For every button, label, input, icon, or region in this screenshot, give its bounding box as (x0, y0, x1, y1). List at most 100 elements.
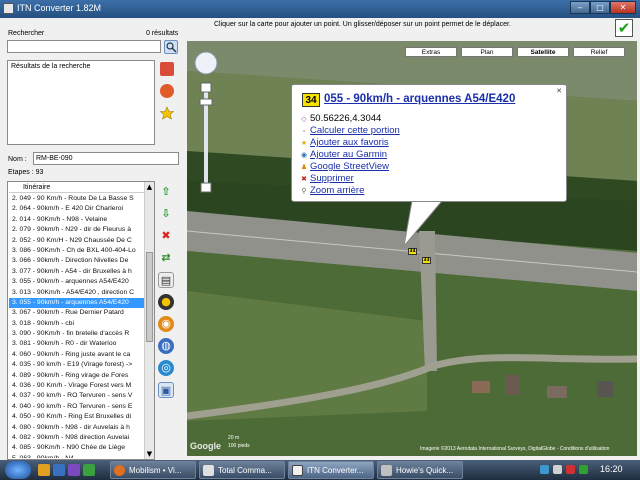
popup-close-icon[interactable]: ✕ (556, 87, 562, 95)
coords-icon: ◇ (301, 116, 307, 123)
point-title-link[interactable]: 055 - 90km/h - arquennes A54/E420 (324, 93, 515, 105)
scroll-down-icon[interactable]: ▼ (145, 449, 154, 459)
maximize-button[interactable]: □ (590, 1, 610, 14)
app-quick-icon[interactable] (83, 464, 95, 476)
speed-button[interactable]: ◉ (158, 316, 174, 332)
camera-icon: ● (161, 295, 171, 308)
start-button[interactable] (5, 461, 31, 479)
itinerary-row[interactable]: 3. 077 - 90km/h - A54 - dir Bruxelles à … (9, 267, 144, 277)
favorite-star-icon: ★ (300, 140, 308, 147)
itinerary-row[interactable]: 4. 037 - 90 km/h - RO Tervuren - sens V (9, 391, 144, 401)
task-total-commander[interactable]: Total Comma... (199, 461, 285, 479)
task-itn-converter[interactable]: ITN Converter... (288, 461, 374, 479)
gps-icon: ◎ (161, 361, 171, 374)
route-button[interactable] (160, 84, 174, 98)
zoom-in-button[interactable] (200, 82, 212, 93)
map-type-satellite[interactable]: Satellite (517, 47, 569, 57)
move-up-button[interactable]: ⇧ (158, 184, 174, 200)
calculate-icon: ▫ (302, 128, 306, 135)
zoom-out-icon: ⚲ (301, 188, 307, 195)
itinerary-row[interactable]: 3. 013 - 90Km/h - A54/E420 , direction C (9, 288, 144, 298)
itinerary-row[interactable]: 3. 090 - 90Km/h - fin bretelle d'accès R (9, 329, 144, 339)
itinerary-row[interactable]: 4. 089 - 90km/h - Ring virage de Fores (9, 371, 144, 381)
ok-button[interactable]: ✔ (615, 19, 633, 37)
map-pin-button[interactable] (160, 62, 174, 76)
map-type-extras[interactable]: Extras (405, 47, 457, 57)
zoom-out-link[interactable]: Zoom arrière (310, 185, 364, 196)
itinerary-row[interactable]: 4. 036 - 90 Km/h - Virage Forest vers M (9, 381, 144, 391)
tray-app-icon[interactable] (579, 465, 588, 474)
itinerary-row[interactable]: 3. 081 - 90km/h - R0 - dir Waterloo (9, 339, 144, 349)
map-marker-34[interactable]: 34 (408, 248, 417, 255)
itinerary-row[interactable]: 3. 055 - 90km/h - arquennes A54/E420 (9, 277, 144, 287)
itinerary-row[interactable]: 2. 052 - 90 Km/H - N29 Chaussée De C (9, 236, 144, 246)
itinerary-row[interactable]: 3. 055 - 90km/h - arquennes A54/E420 (9, 297, 144, 309)
add-favorites-link[interactable]: Ajouter aux favoris (310, 137, 389, 148)
tray-network-icon[interactable] (540, 465, 549, 474)
itinerary-scrollbar[interactable]: ▲ ▼ (144, 182, 154, 459)
window-icon: ▣ (160, 384, 172, 397)
itinerary-row[interactable]: 4. 040 - 90 km/h - RO Tervuren - sens E (9, 402, 144, 412)
itinerary-row[interactable]: 3. 066 - 90km/h - Direction Nivelles De (9, 256, 144, 266)
map-marker-33[interactable]: 33 (422, 257, 431, 264)
reverse-button[interactable]: ⇄ (158, 250, 174, 266)
speed-icon: ◉ (161, 317, 171, 330)
point-number-badge: 34 (302, 93, 320, 107)
pan-control[interactable] (194, 51, 218, 75)
media-icon[interactable] (68, 464, 80, 476)
itinerary-row[interactable]: 4. 082 - 90km/h - N98 direction Auvelai (9, 433, 144, 443)
calculate-portion-link[interactable]: Calculer cette portion (310, 125, 400, 136)
camera-button[interactable]: ● (158, 294, 174, 310)
itinerary-row[interactable]: 4. 060 - 90km/h - Ring juste avant le ca (9, 350, 144, 360)
settings-button[interactable]: ▣ (158, 382, 174, 398)
itinerary-row[interactable]: 2. 014 - 90Km/h - N98 - Velaine (9, 215, 144, 225)
itinerary-row[interactable]: 4. 050 - 90 Km/h - Ring Est Bruxelles di (9, 412, 144, 422)
minimize-button[interactable]: ‒ (570, 1, 590, 14)
app-icon (3, 3, 14, 14)
itinerary-row[interactable]: 4. 035 - 90 km/h - E19 (Virage forest) -… (9, 360, 144, 370)
itinerary-list-box[interactable]: Itinéraire 2. 049 - 90 Km/h - Route De L… (7, 181, 155, 460)
search-results-list[interactable]: Résultats de la recherche (7, 60, 155, 145)
scroll-thumb[interactable] (146, 252, 153, 342)
delete-button[interactable]: ✖ (158, 228, 174, 244)
itinerary-row[interactable]: 4. 085 - 90Km/h - N90 Chée de Liège (9, 443, 144, 453)
zoom-out-button[interactable] (200, 182, 212, 193)
garmin-icon: ◉ (300, 152, 308, 159)
itinerary-row[interactable]: 2. 079 - 90km/h - N29 - dir de Fleurus à (9, 225, 144, 235)
task-mobilism[interactable]: Mobilism • Vi... (110, 461, 196, 479)
itinerary-row[interactable]: 2. 049 - 90 Km/h - Route De La Basse S (9, 194, 144, 204)
task-howies-quick[interactable]: Howie's Quick... (377, 461, 463, 479)
gps-button[interactable]: ◎ (158, 360, 174, 376)
search-input[interactable] (7, 40, 161, 53)
export-button[interactable]: ▤ (158, 272, 174, 288)
itinerary-row[interactable]: 5. 063 - 90km/h - N4 (9, 454, 144, 458)
tray-volume-icon[interactable] (553, 465, 562, 474)
itinerary-row[interactable]: 2. 064 - 90km/h - E 420 Dir Charleroi (9, 204, 144, 214)
search-button[interactable] (164, 40, 178, 54)
itinerary-header: Itinéraire (9, 183, 144, 193)
streetview-link[interactable]: Google StreetView (310, 161, 389, 172)
itinerary-row[interactable]: 4. 080 - 90km/h - N98 - dir Auvelais à h (9, 423, 144, 433)
zoom-slider-handle[interactable] (199, 98, 213, 106)
favorite-button[interactable] (159, 106, 175, 120)
itinerary-row[interactable]: 3. 067 - 90km/h - Rue Dernier Patard (9, 308, 144, 318)
add-garmin-link[interactable]: Ajouter au Garmin (310, 149, 387, 160)
tray-antivirus-icon[interactable] (566, 465, 575, 474)
close-button[interactable]: ✕ (610, 1, 636, 14)
explorer-icon[interactable] (38, 464, 50, 476)
itinerary-list[interactable]: 2. 049 - 90 Km/h - Route De La Basse S 2.… (9, 194, 144, 458)
itinerary-row[interactable]: 3. 086 - 90Km/h - Ch de BXL 400-404-Lo (9, 246, 144, 256)
howies-icon (381, 465, 392, 476)
google-logo[interactable]: Google (190, 441, 221, 451)
scroll-up-icon[interactable]: ▲ (145, 182, 154, 192)
itinerary-row[interactable]: 3. 018 - 90km/h - cbi (9, 319, 144, 329)
map-type-relief[interactable]: Relief (573, 47, 625, 57)
scale-feet: 100 pieds (228, 443, 250, 449)
move-down-button[interactable]: ⇩ (158, 206, 174, 222)
globe-button[interactable]: ◍ (158, 338, 174, 354)
name-input[interactable] (33, 152, 179, 165)
map-attribution[interactable]: Imagerie ©2013 Aerodata International Su… (420, 446, 609, 452)
delete-point-link[interactable]: Supprimer (310, 173, 354, 184)
browser-icon[interactable] (53, 464, 65, 476)
map-type-plan[interactable]: Plan (461, 47, 513, 57)
